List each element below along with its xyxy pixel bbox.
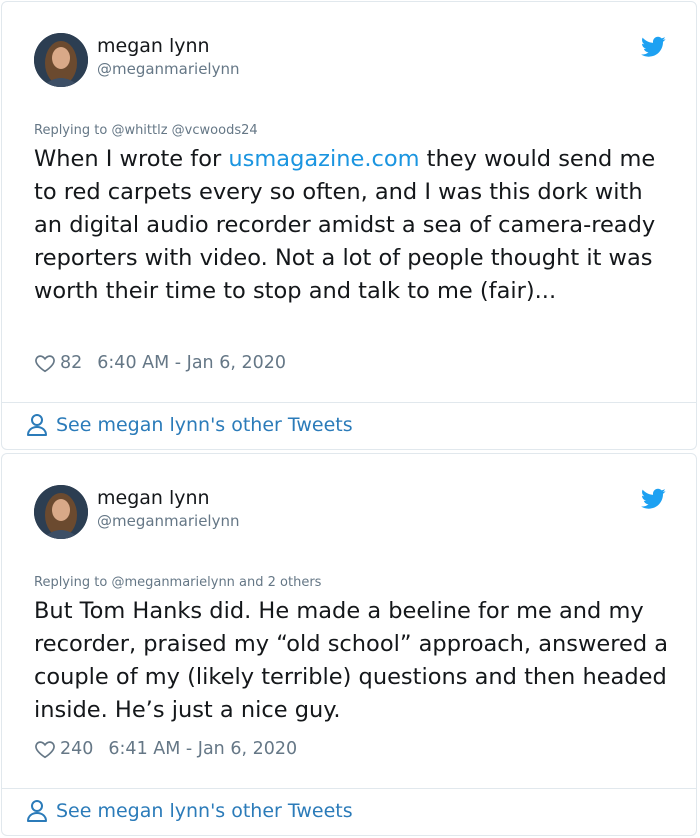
reply-context: Replying to @meganmarielynn and 2 others — [34, 575, 321, 590]
tweet-meta: 82 6:40 AM - Jan 6, 2020 — [34, 352, 286, 374]
tweet-text: When I wrote for usmagazine.com they wou… — [34, 143, 674, 308]
timestamp[interactable]: 6:40 AM - Jan 6, 2020 — [97, 353, 286, 373]
see-other-tweets-label[interactable]: See megan lynn's other Tweets — [56, 800, 353, 822]
tweet-text-start: When I wrote for — [34, 146, 229, 172]
person-icon — [27, 414, 47, 436]
avatar[interactable] — [34, 33, 88, 87]
reply-to-handles[interactable]: @whittlz @vcwoods24 — [111, 123, 257, 138]
reply-prefix: Replying to — [34, 123, 108, 138]
tweet-text: But Tom Hanks did. He made a beeline for… — [34, 598, 669, 723]
like-count: 240 — [60, 739, 94, 759]
person-icon — [27, 800, 47, 822]
reply-prefix: Replying to — [34, 575, 108, 590]
author-handle[interactable]: @meganmarielynn — [97, 512, 240, 530]
reply-context: Replying to @whittlz @vcwoods24 — [34, 123, 258, 138]
twitter-bird-icon[interactable] — [641, 488, 666, 510]
see-other-tweets-label[interactable]: See megan lynn's other Tweets — [56, 414, 353, 436]
tweet-meta: 240 6:41 AM - Jan 6, 2020 — [34, 738, 297, 760]
divider — [2, 402, 696, 403]
author-name[interactable]: megan lynn — [97, 35, 210, 57]
heart-icon[interactable] — [34, 352, 56, 374]
avatar[interactable] — [34, 485, 88, 539]
author-handle[interactable]: @meganmarielynn — [97, 60, 240, 78]
reply-to-handles[interactable]: @meganmarielynn and 2 others — [111, 575, 321, 590]
author-name[interactable]: megan lynn — [97, 487, 210, 509]
divider — [2, 788, 696, 789]
heart-icon[interactable] — [34, 738, 56, 760]
tweet-link[interactable]: usmagazine.com — [228, 146, 419, 172]
see-other-tweets-link[interactable]: See megan lynn's other Tweets — [26, 799, 353, 823]
tweet-card: megan lynn @meganmarielynn Replying to @… — [1, 1, 697, 450]
twitter-bird-icon[interactable] — [641, 36, 666, 58]
tweet-card: megan lynn @meganmarielynn Replying to @… — [1, 453, 697, 836]
like-count: 82 — [60, 353, 83, 373]
see-other-tweets-link[interactable]: See megan lynn's other Tweets — [26, 413, 353, 437]
timestamp[interactable]: 6:41 AM - Jan 6, 2020 — [108, 739, 297, 759]
